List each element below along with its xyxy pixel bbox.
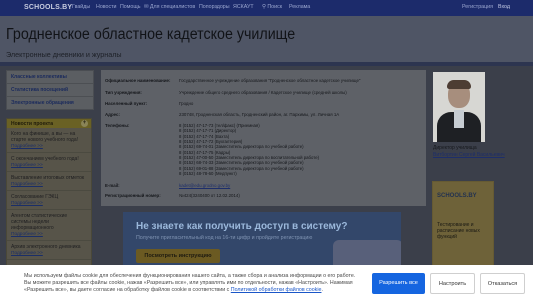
photo-shirt: [454, 110, 464, 128]
phone-item: 8 (0152) 48-78-60 (Медпункт): [179, 171, 237, 177]
registration-value: №424(3240400 от 12.02.2014): [179, 193, 240, 198]
news-item-text: Архив электронного дневника: [11, 244, 81, 250]
news-item-text: Кого на финише, а вы — на старте нового …: [11, 131, 78, 143]
register-link[interactable]: Регистрация: [462, 4, 493, 10]
sidebar-item-statistics[interactable]: Статистика посещений: [7, 84, 93, 97]
phone-item: 8 (0152) 68-74-33 (Заместитель директора…: [179, 160, 304, 166]
news-item-more-link[interactable]: Подробнее >>: [11, 163, 87, 168]
expand-icon[interactable]: +: [81, 120, 88, 127]
site-logo[interactable]: SCHOOLS.BY: [24, 4, 72, 11]
phone-list: 8 (0152) 47-17-73 (тел/факс) (Приемная) …: [179, 123, 319, 176]
instructions-button[interactable]: Посмотреть инструкцию: [136, 249, 220, 263]
registration-key: Регистрационный номер:: [105, 193, 161, 198]
news-item-more-link[interactable]: Подробнее >>: [11, 201, 87, 206]
news-item-more-link[interactable]: Подробнее >>: [11, 144, 87, 149]
phone-item: 8 (0152) 69-74-01 (Заместитель директора…: [179, 144, 304, 150]
school-subtitle: Электронные дневники и журналы: [6, 50, 122, 59]
list-item: С окончанием учебного года! Подробнее >>: [7, 153, 91, 172]
list-item: Кого на финише, а вы — на старте нового …: [7, 128, 91, 153]
info-key: Тип учреждения:: [105, 90, 142, 95]
news-item-more-link[interactable]: Подробнее >>: [11, 182, 87, 187]
page-background: SCHOOLS.BY Гвайды Новости Помощь ✉ Для с…: [0, 0, 533, 300]
info-key: Населенный пункт:: [105, 101, 148, 106]
cookie-text: Мы используем файлы cookie для обеспечен…: [24, 273, 356, 294]
nav-item-search-label: Поиск: [267, 4, 283, 10]
advert-logo: SCHOOLS.BY: [437, 193, 477, 199]
info-key: Официальное наименование:: [105, 78, 171, 83]
nav-item-news[interactable]: Новости: [96, 4, 117, 10]
access-banner: Не знаете как получить доступ в систему?…: [123, 212, 401, 272]
nav-item-search[interactable]: ⚲ Поиск: [262, 4, 282, 10]
nav-item-specialists-label: Для специалистов: [149, 4, 196, 10]
news-heading-label: Новости проекта: [11, 121, 53, 127]
sidebar-links-box: Классные коллективы Статистика посещений…: [6, 70, 94, 110]
sidebar-item-classes[interactable]: Классные коллективы: [7, 71, 93, 84]
cookie-policy-link[interactable]: Политикой обработки файлов cookie: [231, 287, 322, 293]
info-value: 230748, Гродненская область, Гродненский…: [179, 112, 340, 117]
nav-item-partners[interactable]: Попорздоры: [199, 4, 230, 10]
cookie-consent-bar: Мы используем файлы cookie для обеспечен…: [0, 265, 533, 300]
top-navigation-bar: SCHOOLS.BY Гвайды Новости Помощь ✉ Для с…: [0, 0, 533, 16]
news-item-text: Агентом статистические системы недели ин…: [11, 213, 68, 231]
sidebar: Классные коллективы Статистика посещений…: [6, 70, 94, 112]
nav-item-ads[interactable]: Реклама: [289, 4, 310, 10]
list-item: Агентом статистические системы недели ин…: [7, 210, 91, 241]
list-item: Архив электронного дневника Подробнее >>: [7, 241, 91, 260]
school-title: Гродненское областное кадетское училище: [6, 26, 296, 43]
configure-button[interactable]: Настроить: [430, 273, 475, 294]
banner-title: Не знаете как получить доступ в систему?: [136, 221, 348, 232]
banner-subtitle: Получите пригласительный код на 16-ти ци…: [136, 235, 313, 241]
info-value: Учреждение общего среднего образования /…: [179, 90, 347, 95]
email-key: E-mail:: [105, 183, 120, 188]
school-info-card: Официальное наименование: Государственно…: [101, 70, 426, 206]
list-item: Согласование ГЭКЦ Подробнее >>: [7, 191, 91, 210]
news-item-text: Выставление итоговых отметок: [11, 175, 85, 181]
news-item-more-link[interactable]: Подробнее >>: [11, 251, 87, 256]
info-value: Гродно: [179, 101, 194, 106]
accept-all-button[interactable]: Разрешить все: [372, 273, 425, 294]
school-header-text: Гродненское областное кадетское училище …: [0, 16, 533, 62]
nav-item-guides[interactable]: Гвайды: [72, 4, 90, 10]
page: SCHOOLS.BY Гвайды Новости Помощь ✉ Для с…: [0, 0, 533, 300]
photo-hair: [447, 80, 471, 89]
info-key: Телефоны:: [105, 123, 130, 128]
director-title: Директор училища: [433, 145, 477, 151]
news-item-text: Согласование ГЭКЦ: [11, 194, 59, 200]
list-item: Выставление итоговых отметок Подробнее >…: [7, 172, 91, 191]
director-photo: [433, 72, 485, 142]
advert-text: Тестирование и расписание новых функций: [437, 222, 480, 240]
info-key: Адрес:: [105, 112, 120, 117]
info-value: Государственное учреждение образования "…: [179, 78, 361, 83]
nav-item-help[interactable]: Помощь: [120, 4, 140, 10]
decline-button[interactable]: Отказаться: [480, 273, 525, 294]
login-link[interactable]: Вход: [498, 4, 510, 10]
director-name-link[interactable]: Витбортин Сергей Васильевич: [433, 152, 505, 158]
nav-item-specialists[interactable]: ✉ Для специалистов: [144, 4, 195, 10]
email-link[interactable]: kadet@edu.grodno.gov.by: [179, 183, 230, 188]
news-heading: Новости проекта +: [7, 119, 91, 128]
nav-item-yaskaut[interactable]: ЯСКАУТ: [233, 4, 254, 10]
news-item-text: С окончанием учебного года!: [11, 156, 79, 162]
sidebar-item-appeals[interactable]: Электронные обращения: [7, 97, 93, 109]
news-item-more-link[interactable]: Подробнее >>: [11, 232, 87, 237]
